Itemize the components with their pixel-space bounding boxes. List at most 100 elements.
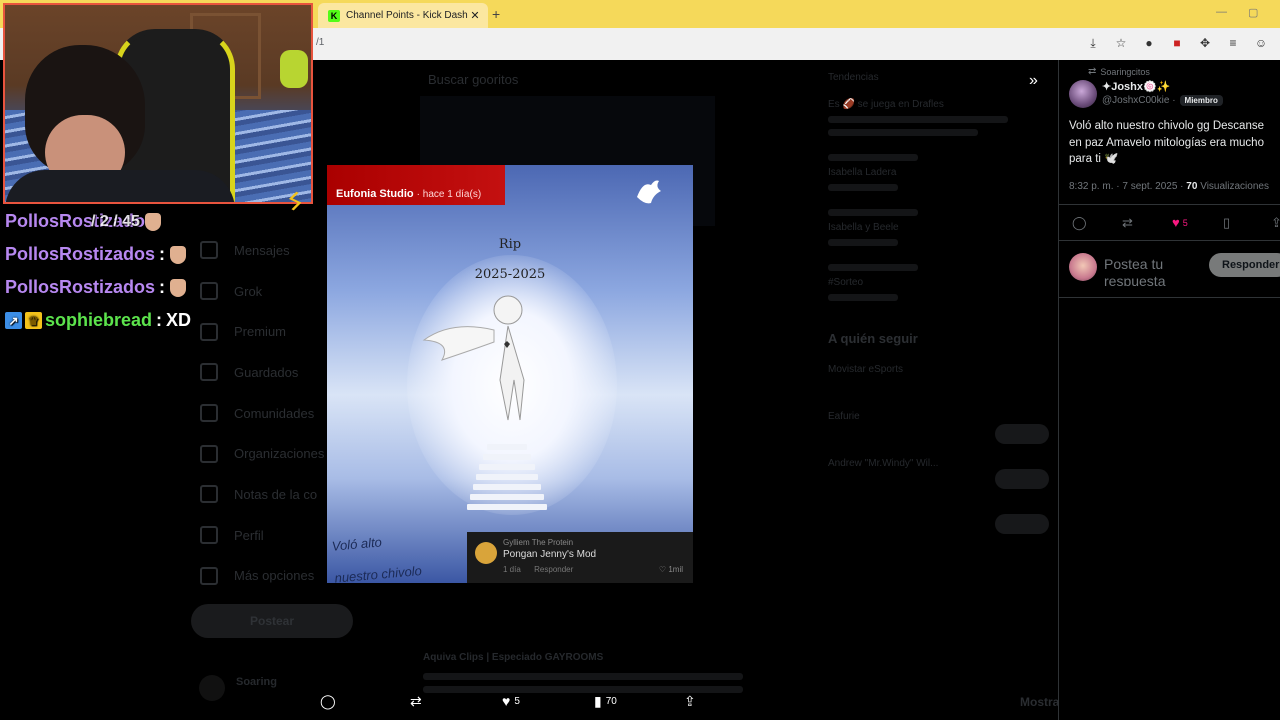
retweet-icon: ⇄ (410, 693, 422, 709)
rip-text: Rip (498, 237, 522, 252)
trend-item[interactable]: Es 🏈 se juega en Drafles (828, 99, 1048, 136)
notes-icon (200, 485, 218, 504)
heaven-stairs (467, 440, 547, 535)
trend-item[interactable]: #Sorteo (828, 264, 1048, 301)
trends-title: Tendencias (828, 72, 879, 83)
reply-button[interactable]: Responder (1209, 253, 1280, 277)
nav-item-communities[interactable]: Comunidades (200, 393, 324, 434)
chat-message: PollosRostizados / 2 / 45 (5, 205, 191, 238)
share-icon[interactable]: ⇪ (1271, 215, 1280, 231)
tweet-meta: 8:32 p. m. · 7 sept. 2025 · 70 Visualiza… (1069, 181, 1269, 192)
install-app-icon[interactable]: ⤓ (1086, 36, 1100, 50)
poop-emote-icon (144, 212, 161, 231)
trend-item[interactable]: Isabella Ladera (828, 154, 1048, 191)
plush-toy (280, 50, 308, 88)
retweet-small-icon: ⇄ (1088, 66, 1097, 77)
extension-red-icon[interactable]: ■ (1170, 36, 1184, 50)
reply-icon[interactable]: ◯ (1072, 215, 1087, 231)
tab-close-icon[interactable]: ✕ (468, 9, 482, 22)
new-tab-button[interactable]: + (492, 6, 500, 22)
kick-favicon-icon: K (328, 9, 340, 22)
image-author-caption: Eufonia Studio · hace 1 día(s) (336, 188, 482, 200)
footer-avatar[interactable] (199, 675, 225, 701)
chat-message: PollosRostizados : (5, 271, 191, 304)
tab-title: Channel Points - Kick Dashboar (346, 10, 468, 21)
bookmark-icon (200, 363, 218, 382)
comment-avatar (475, 542, 497, 564)
maximize-icon[interactable]: ▢ (1248, 6, 1258, 19)
mail-icon (200, 241, 218, 260)
my-avatar (1069, 253, 1097, 281)
tweet-image-popup[interactable]: Eufonia Studio · hace 1 día(s) Rip 2025-… (327, 165, 693, 583)
like-action-button[interactable]: ♥ 5 (502, 693, 520, 709)
nav-item-more[interactable]: Más opciones (200, 556, 324, 597)
reply-input[interactable]: Postea tu respuesta (1104, 256, 1204, 286)
dimmed-right-sidebar: Tendencias Es 🏈 se juega en Drafles Isab… (828, 72, 1048, 469)
retweet-action-button[interactable]: ⇄ (410, 693, 426, 710)
chat-username: PollosRostizados (5, 277, 156, 297)
comment-likes: ♡ 1mil (658, 565, 683, 574)
retweeted-by: ⇄ Soaringcitos (1088, 66, 1150, 77)
nav-item-messages[interactable]: Mensajes (200, 230, 324, 271)
arrow-badge-icon: ↗ (5, 312, 22, 329)
poop-emote-icon (170, 278, 187, 297)
chat-message: PollosRostizados : (5, 238, 191, 271)
angel-figure-icon (422, 295, 525, 421)
tweet-text: Voló alto nuestro chivolo gg Descanse en… (1069, 120, 1264, 165)
share-icon: ⇪ (684, 693, 696, 709)
nav-item-premium[interactable]: Premium (200, 311, 324, 352)
footer-username: Soaring (236, 676, 277, 688)
views-chart-icon: ▮ (594, 693, 602, 709)
chat-username: PollosRostizados (5, 244, 156, 264)
search-placeholder[interactable]: Buscar gooritos (428, 72, 518, 87)
stream-chat-overlay: PollosRostizados / 2 / 45 PollosRostizad… (5, 205, 191, 337)
bookmark-icon[interactable]: ▯ (1223, 215, 1230, 231)
views-action-button[interactable]: ▮ 70 (594, 693, 617, 710)
minimize-icon[interactable]: — (1216, 6, 1227, 18)
follow-suggestion-name[interactable]: Andrew "Mr.Windy" Wil... (828, 458, 1048, 469)
heart-icon: ♥ (502, 693, 511, 709)
member-badge: Miembro (1179, 95, 1223, 106)
expand-chevron-icon[interactable]: » (1029, 72, 1038, 90)
grok-icon (200, 282, 218, 301)
bookmark-star-icon[interactable]: ☆ (1114, 36, 1128, 50)
share-action-button[interactable]: ⇪ (684, 693, 700, 710)
author-display-name[interactable]: ✦Joshx🍥✨ (1102, 80, 1170, 93)
reply-action-button[interactable]: ◯ (320, 693, 340, 710)
follow-suggestion-name[interactable]: Eafurie (828, 411, 1048, 422)
comment-icon: ◯ (320, 693, 336, 709)
nav-item-notes[interactable]: Notas de la co (200, 474, 324, 515)
browser-tab-kick[interactable]: K Channel Points - Kick Dashboar ✕ (318, 3, 488, 28)
reply-preview-author: Aquiva Clips | Especiado GAYROOMS (423, 652, 604, 663)
chat-message-text: XD (166, 310, 192, 330)
url-text[interactable]: /1 (316, 37, 324, 48)
follow-suggestion-name[interactable]: Movistar eSports (828, 364, 1048, 375)
extension-record-icon[interactable]: ● (1142, 36, 1156, 50)
nav-item-bookmarks[interactable]: Guardados (200, 352, 324, 393)
nav-item-organizations[interactable]: Organizaciones (200, 433, 324, 474)
like-button[interactable]: ♥ 5 (1172, 215, 1188, 230)
comment-meta: 1 día Responder (503, 565, 574, 574)
follow-button[interactable] (995, 424, 1049, 444)
communities-icon (200, 404, 218, 423)
x-sidebar-nav: Mensajes Grok Premium Guardados Comunida… (200, 230, 324, 596)
nav-item-profile[interactable]: Perfil (200, 515, 324, 556)
post-button[interactable]: Postear (191, 604, 353, 638)
profile-icon[interactable]: ☺ (1254, 36, 1268, 50)
follow-button[interactable] (995, 469, 1049, 489)
retweet-icon[interactable]: ⇄ (1122, 215, 1133, 231)
follow-button[interactable] (995, 514, 1049, 534)
author-handle[interactable]: @JoshxC00kie · Miembro (1102, 95, 1223, 106)
nav-item-grok[interactable]: Grok (200, 271, 324, 312)
x-premium-icon (200, 322, 218, 341)
comment-author: Gylliem The Protein (503, 538, 574, 547)
media-control-icon[interactable]: ≡ (1226, 36, 1240, 50)
heart-filled-icon: ♥ (1172, 215, 1180, 230)
author-avatar[interactable] (1069, 80, 1097, 108)
trend-item[interactable]: Isabella y Beele (828, 209, 1048, 246)
handwritten-caption: Voló alto nuestro chivolo (331, 534, 423, 583)
chat-username: sophiebread (45, 310, 153, 330)
comment-text: Pongan Jenny's Mod (503, 549, 597, 560)
chat-message: ↗ ♛ sophiebread : XD (5, 304, 191, 337)
extensions-puzzle-icon[interactable]: ✥ (1198, 36, 1212, 50)
